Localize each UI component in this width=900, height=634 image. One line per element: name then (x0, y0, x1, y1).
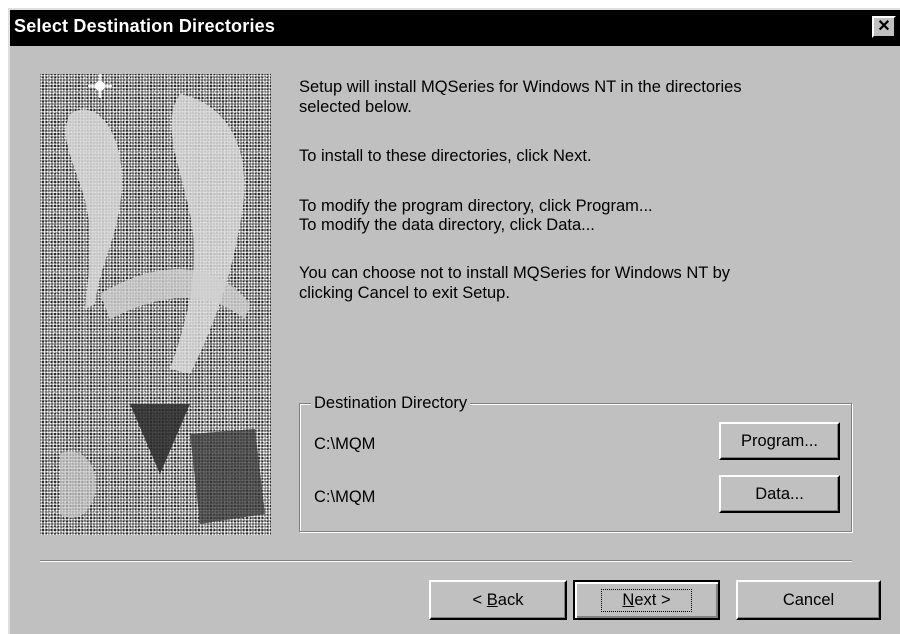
back-mnemonic: B (486, 590, 498, 609)
button-separator (40, 560, 852, 562)
window-title: Select Destination Directories (14, 16, 276, 36)
close-icon: ✕ (877, 18, 891, 35)
cancel-button[interactable]: Cancel (736, 580, 881, 620)
data-directory-path: C:\MQM (314, 488, 376, 506)
next-instruction: To install to these directories, click N… (299, 147, 592, 165)
data-instruction: To modify the data directory, click Data… (299, 216, 595, 234)
next-focus-rect: Next > (601, 588, 692, 612)
back-prefix: < (472, 590, 487, 609)
program-button[interactable]: Program... (719, 422, 840, 460)
close-button[interactable]: ✕ (872, 16, 896, 38)
illustration-figures (60, 74, 265, 524)
program-directory-path: C:\MQM (314, 435, 376, 453)
next-label-rest: ext > (634, 590, 671, 609)
setup-illustration (40, 74, 271, 535)
program-instruction: To modify the program directory, click P… (299, 197, 653, 215)
data-button[interactable]: Data... (719, 475, 840, 513)
cancel-note-line-1: You can choose not to install MQSeries f… (299, 264, 731, 282)
back-label-rest: ack (497, 590, 524, 609)
destination-directory-group: Destination Directory C:\MQM Program... … (299, 393, 852, 532)
next-button[interactable]: Next > (573, 580, 720, 620)
intro-line-2: selected below. (299, 98, 412, 116)
setup-dialog: Select Destination Directories ✕ Setup w… (8, 8, 900, 634)
back-button[interactable]: < Back (429, 580, 567, 620)
title-bar: Select Destination Directories ✕ (10, 10, 900, 46)
intro-line-1: Setup will install MQSeries for Windows … (299, 78, 742, 96)
next-mnemonic: N (622, 590, 635, 609)
cancel-note-line-2: clicking Cancel to exit Setup. (299, 284, 510, 302)
destination-group-label: Destination Directory (311, 393, 471, 413)
